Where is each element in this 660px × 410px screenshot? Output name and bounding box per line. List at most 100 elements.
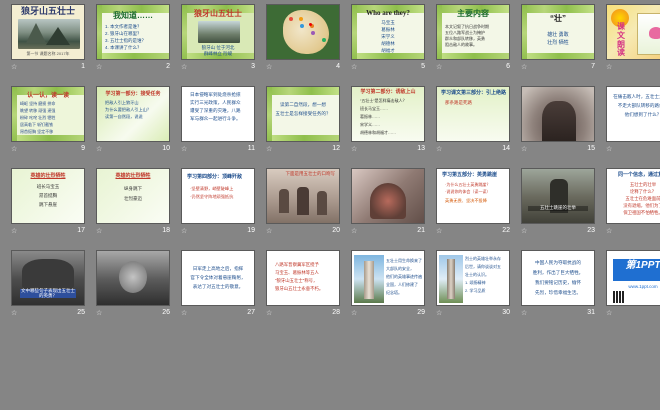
slide-text-line: 表达了对五壮士的敬意。 xyxy=(192,284,244,289)
slide-transition-icon[interactable]: ☆ xyxy=(351,309,361,317)
slide-number: 7 xyxy=(591,63,595,70)
soldier-figure xyxy=(317,191,327,215)
slide-thumbnail[interactable]: 学习第五部分：英勇跳崖 ·为什么五壮士英勇跳崖？ ·说说你的体会（读一读） 英勇无畏、… xyxy=(436,168,510,224)
slide-thumbnail[interactable] xyxy=(96,250,170,306)
slide-transition-icon[interactable]: ☆ xyxy=(606,145,616,153)
slide-number: 22 xyxy=(502,227,510,234)
mountain-peak xyxy=(26,23,46,43)
slide-transition-icon[interactable]: ☆ xyxy=(96,63,106,71)
slide-number: 2 xyxy=(166,63,170,70)
slide-transition-icon[interactable]: ☆ xyxy=(96,309,106,317)
slide-transition-icon[interactable]: ☆ xyxy=(181,63,191,71)
slide-transition-icon[interactable]: ☆ xyxy=(521,145,531,153)
leaf-border-top xyxy=(267,87,339,95)
slide-transition-icon[interactable]: ☆ xyxy=(521,227,531,235)
slide-thumbnail[interactable]: 日本侵略军到处烧杀抢掠 实行三光政策，人民群众 遭受了深重的灾难，八路 军与群众一起进… xyxy=(181,86,255,142)
slide-number: 29 xyxy=(417,309,425,316)
slide-title: 学习第四部分：顶峰歼敌 xyxy=(187,174,243,180)
slide-thumbnail[interactable]: “壮” 雄壮 勇敢 壮烈 牺牲 xyxy=(521,4,595,60)
leaf-border-bottom xyxy=(12,135,84,141)
memorial-tower xyxy=(447,259,455,299)
slide-thumbnail[interactable]: 读第二自然段，想一想 五壮士是怎样接受任务的？ xyxy=(266,86,340,142)
leaf-border-bottom xyxy=(267,135,339,141)
slide-transition-icon[interactable]: ☆ xyxy=(11,63,21,71)
slide-thumbnail[interactable]: 学习第一部分：接受任务 把敌人引上狼牙山 为什么要把敌人引上山？ 读第一自然段，说说 xyxy=(96,86,170,142)
slide-thumbnail[interactable] xyxy=(266,4,340,60)
slide-transition-icon[interactable]: ☆ xyxy=(351,145,361,153)
slide-thumbnail[interactable]: 主要内容 本文记叙了抗日战争时期 五位八路军战士为掩护 群众和部队转移，英勇 阻击敌人的… xyxy=(436,4,510,60)
slide-transition-icon[interactable]: ☆ xyxy=(436,145,446,153)
slide-thumbnail[interactable]: 我知道…… 1. 本文作者是谁？ 2. 狼牙山在哪里？ 3. 五壮士指的是谁？ 4. 本… xyxy=(96,4,170,60)
slide-thumbnail[interactable] xyxy=(351,168,425,224)
slide-text-line: 没有退缩，他们为了 xyxy=(623,203,660,208)
slide-thumbnail[interactable]: 第1PPT www.1ppt.com xyxy=(606,250,660,306)
slide-title: 学习第二部分：诱敌上山 xyxy=(360,89,416,95)
slide-thumbnail[interactable]: 日军走上高地之后，指挥 官下令全体对着悬崖鞠躬， 表达了对五壮士的敬意。 xyxy=(181,250,255,306)
slide-number: 19 xyxy=(247,227,255,234)
slide-text-line: 4. 本课讲了什么？ xyxy=(105,45,142,50)
slide-title: 主要内容 xyxy=(457,9,489,18)
slide-text-line: 五位八路军战士为掩护 xyxy=(445,30,485,35)
slide-text-line: ·仍然坚守阵地顽强抵抗 xyxy=(190,194,234,199)
slide-transition-icon[interactable]: ☆ xyxy=(351,227,361,235)
slide-text-line: 粉碎 叱咤 壮烈 牺牲 xyxy=(20,115,56,120)
slide-transition-icon[interactable]: ☆ xyxy=(266,227,276,235)
slide-text-line: 大部队的安全， xyxy=(386,266,414,271)
slide-transition-icon[interactable]: ☆ xyxy=(436,227,446,235)
slide-thumbnail[interactable]: Who are they? 马宝玉 葛振林 宋学义 胡德林 胡福才 xyxy=(351,4,425,60)
slide-transition-icon[interactable]: ☆ xyxy=(181,227,191,235)
slide-text-line: 眺望 转移 顽强 逞强 xyxy=(20,108,56,113)
slide-text-line: 阻击敌人的故事。 xyxy=(445,42,477,47)
slide-transition-icon[interactable]: ☆ xyxy=(96,227,106,235)
slide-thumbnail[interactable]: 狼牙山五壮士 第一节 课题名称 2017年 xyxy=(11,4,85,60)
ppt-url: www.1ppt.com xyxy=(628,284,658,289)
slide-thumbnail[interactable]: 八路军晋察冀军区授予 马宝玉、葛振林等五人 “狼牙山五壮士”称号， 狼牙山五壮士永垂不… xyxy=(266,250,340,306)
slide-text-line: 狼牙山五壮士永垂不朽。 xyxy=(275,286,324,291)
slide-thumbnail[interactable]: 学习第二部分：诱敌上山 “五壮士”是怎样痛击敌人？ 班长马宝玉…… 葛振林…… 宋学义…… xyxy=(351,86,425,142)
slide-transition-icon[interactable]: ☆ xyxy=(351,63,361,71)
slide-thumbnail[interactable]: 英雄的壮烈牺牲 班长马宝玉 昂首挺胸 跳下悬崖 xyxy=(11,168,85,224)
slide-thumbnail[interactable]: 五壮士用生命换来了 大部队的安全， 他们的英雄事迹传遍 全国，人们修建了 纪念塔。 xyxy=(351,250,425,306)
slide-title: 同一个信念，通过复述 xyxy=(617,172,660,178)
slide-thumbnail[interactable]: 认一认，读一读 崎岖 坚持 磨损 拼命 眺望 转移 顽强 逞强 粉碎 叱咤 壮烈 牺牲… xyxy=(11,86,85,142)
slide-thumbnail[interactable]: 五壮士跳崖的壮举 xyxy=(521,168,595,224)
slide-transition-icon[interactable]: ☆ xyxy=(11,309,21,317)
slide-thumbnail[interactable] xyxy=(521,86,595,142)
slide-transition-icon[interactable]: ☆ xyxy=(606,63,616,71)
slide-transition-icon[interactable]: ☆ xyxy=(266,145,276,153)
slide-thumbnail[interactable]: 下面是用五壮士的口吻写 xyxy=(266,168,340,224)
slide-text-line: 跳下悬崖 xyxy=(39,202,57,207)
slide-transition-icon[interactable]: ☆ xyxy=(266,63,276,71)
slide-transition-icon[interactable]: ☆ xyxy=(436,309,446,317)
slide-text-line: 狼牙山 位于河北 xyxy=(201,45,235,50)
slide-thumbnail[interactable]: 中国人民为夺取抗战的 胜利，作出了巨大牺牲。 我们要铭记历史，缅怀 先烈，珍惜幸福生活… xyxy=(521,250,595,306)
slide-transition-icon[interactable]: ☆ xyxy=(96,145,106,153)
slide-thumbnail[interactable]: 烈士的英雄壮举永存 后世，请你谈谈对五 壮士的认识。 1. 颂扬精神 2. 学习品质 xyxy=(436,250,510,306)
slide-thumbnail[interactable]: 狼牙山五壮士 狼牙山 位于河北 群峰林立 险峻 xyxy=(181,4,255,60)
slide-thumbnail[interactable]: 学习课文第三部分：引上绝路 那条路是死路 xyxy=(436,86,510,142)
slide-text-line: 日本侵略军到处烧杀抢掠 xyxy=(190,92,241,97)
slide-number: 9 xyxy=(81,145,85,152)
slide-title: 学习第五部分：英勇跳崖 xyxy=(442,172,498,178)
soldier-figure xyxy=(297,187,309,215)
slide-transition-icon[interactable]: ☆ xyxy=(11,227,21,235)
slide-transition-icon[interactable]: ☆ xyxy=(181,145,191,153)
slide-transition-icon[interactable]: ☆ xyxy=(436,63,446,71)
slide-thumbnail[interactable]: 在痛击敌人时，五壮士为什么不走大部队转移的路线？ 他们想到了什么？ xyxy=(606,86,660,142)
slide-thumbnail[interactable]: 英雄的壮烈牺牲 纵身跳下 壮烈豪迈 xyxy=(96,168,170,224)
slide-number: 11 xyxy=(247,145,255,152)
slide-transition-icon[interactable]: ☆ xyxy=(181,309,191,317)
slide-thumbnail[interactable]: 文中哪些句子表现出五壮士的英勇？ xyxy=(11,250,85,306)
slide-thumbnail[interactable]: 课文朗读 xyxy=(606,4,660,60)
slide-transition-icon[interactable]: ☆ xyxy=(606,309,616,317)
slide-text-line: 中国人民为夺取抗战的 xyxy=(535,260,581,265)
slide-transition-icon[interactable]: ☆ xyxy=(266,309,276,317)
slide-transition-icon[interactable]: ☆ xyxy=(606,227,616,235)
slide-number: 15 xyxy=(587,145,595,152)
slide-thumbnail[interactable]: 学习第四部分：顶峰歼敌 ·坚壁清野，峭壁陡峰上 ·仍然坚守阵地顽强抵抗 xyxy=(181,168,255,224)
slide-number: 21 xyxy=(417,227,425,234)
slide-transition-icon[interactable]: ☆ xyxy=(11,145,21,153)
slide-transition-icon[interactable]: ☆ xyxy=(521,63,531,71)
slide-transition-icon[interactable]: ☆ xyxy=(521,309,531,317)
slide-thumbnail[interactable]: 同一个信念，通过复述五壮士的壮举诠释了什么？ 五壮士在危难面前没有退缩，他们为了保… xyxy=(606,168,660,224)
